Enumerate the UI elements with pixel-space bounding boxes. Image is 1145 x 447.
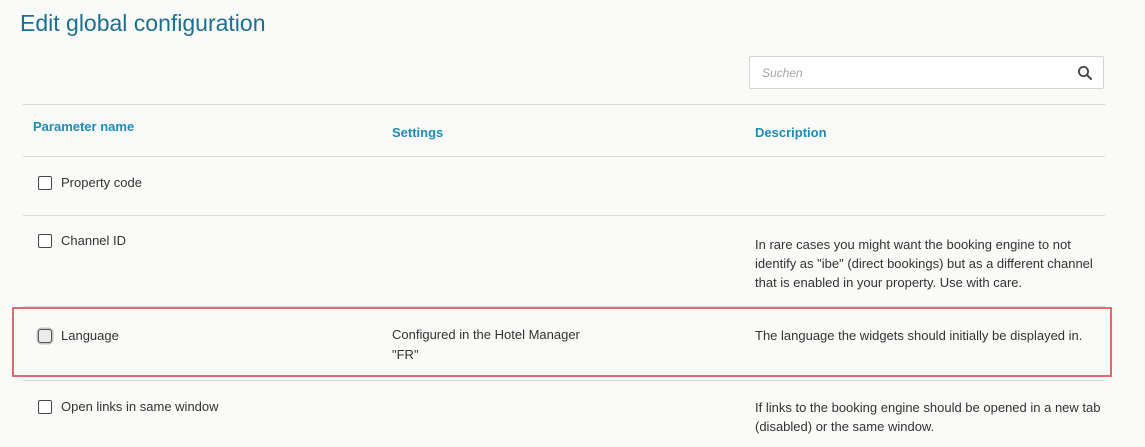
row-divider <box>23 156 1105 157</box>
column-header-settings[interactable]: Settings <box>392 125 443 140</box>
description-channel-id: In rare cases you might want the booking… <box>755 237 1093 290</box>
search-box[interactable] <box>749 56 1104 89</box>
row-divider <box>23 380 1105 381</box>
table-row-property-code: Property code <box>38 175 142 190</box>
description-open-links: If links to the booking engine should be… <box>755 400 1101 434</box>
table-row-channel-id: Channel ID <box>38 233 126 248</box>
search-icon[interactable] <box>1077 65 1093 81</box>
page-title: Edit global configuration <box>20 10 266 36</box>
row-divider <box>23 215 1105 216</box>
row-divider <box>23 306 1105 307</box>
settings-language: Configured in the Hotel Manager "FR" <box>392 325 580 365</box>
checkbox-open-links[interactable] <box>38 399 52 414</box>
table-row-language: Language <box>38 328 119 343</box>
search-input[interactable] <box>750 57 1060 88</box>
checkbox-property-code[interactable] <box>38 175 52 190</box>
table-top-divider <box>23 104 1105 105</box>
param-label-open-links: Open links in same window <box>61 399 219 414</box>
table-row-open-links: Open links in same window <box>38 399 219 414</box>
description-language: The language the widgets should initiall… <box>755 328 1083 343</box>
checkbox-channel-id[interactable] <box>38 233 52 248</box>
column-header-parameter-name[interactable]: Parameter name <box>33 119 134 134</box>
settings-language-line-1: Configured in the Hotel Manager <box>392 327 580 342</box>
param-label-channel-id: Channel ID <box>61 233 127 248</box>
checkbox-language[interactable] <box>38 328 52 343</box>
param-label-language: Language <box>61 328 119 343</box>
param-label-property-code: Property code <box>61 175 142 190</box>
settings-language-line-2: "FR" <box>392 347 419 362</box>
column-header-description[interactable]: Description <box>755 125 827 140</box>
